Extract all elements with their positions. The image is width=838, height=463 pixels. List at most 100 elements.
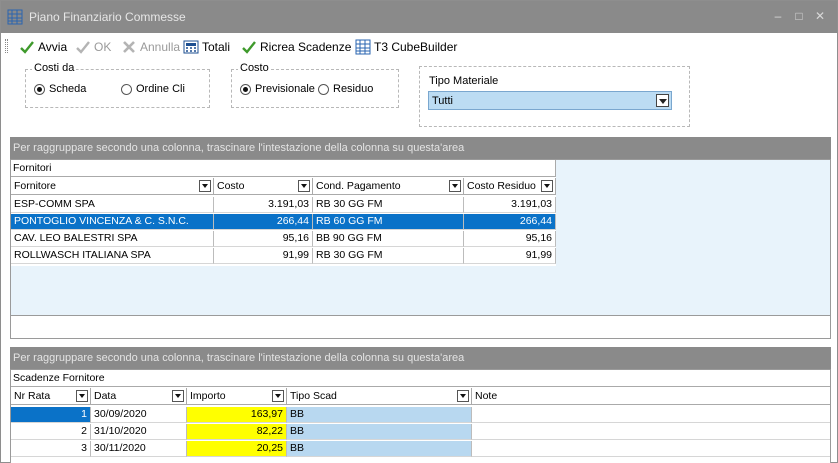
col-header-label: Data — [94, 390, 117, 402]
close-icon[interactable]: ✕ — [813, 9, 827, 23]
tipo-materiale-value: Tutti — [432, 95, 453, 107]
col-header-note[interactable]: Note — [472, 388, 830, 405]
cell-fornitore[interactable]: CAV. LEO BALESTRI SPA — [11, 231, 214, 247]
grid-footer — [11, 316, 830, 338]
radio-residuo-label: Residuo — [333, 83, 374, 95]
cell-costo[interactable]: 91,99 — [214, 248, 313, 264]
avvia-button[interactable]: Avvia — [19, 38, 67, 55]
radio-selected-icon — [240, 83, 251, 95]
cell-importo[interactable]: 163,97 — [187, 407, 287, 423]
tipo-materiale-select[interactable]: Tutti — [428, 91, 672, 110]
main-window: Piano Finanziario Commesse – □ ✕ Avvia O… — [0, 0, 838, 463]
group-panel-scadenze[interactable]: Per raggruppare secondo una colonna, tra… — [10, 347, 831, 369]
fornitori-table: Fornitori Fornitore Costo Cond. Pagament… — [11, 160, 556, 266]
cubebuilder-label: T3 CubeBuilder — [374, 39, 458, 54]
title-bar: Piano Finanziario Commesse – □ ✕ — [1, 1, 837, 33]
cell-costo[interactable]: 3.191,03 — [214, 197, 313, 213]
checkmark-icon — [20, 40, 34, 54]
radio-ordine-cli-label: Ordine Cli — [136, 83, 185, 95]
col-header-nr-rata[interactable]: Nr Rata — [11, 388, 91, 405]
col-header-label: Importo — [190, 390, 226, 402]
chevron-down-icon[interactable] — [656, 94, 669, 107]
filter-dropdown-icon[interactable] — [199, 180, 211, 192]
filter-panel: Costi da Scheda Ordine Cli Costo Previsi… — [1, 59, 837, 131]
toolbar-grip[interactable] — [5, 39, 8, 53]
cell-data[interactable]: 30/11/2020 — [91, 441, 187, 457]
grid-icon — [355, 39, 371, 54]
cell-tipo-scad[interactable]: BB — [287, 424, 472, 440]
col-header-label: Note — [475, 390, 498, 402]
filter-dropdown-icon[interactable] — [272, 390, 284, 402]
col-header-label: Cond. Pagamento — [316, 180, 401, 192]
cell-costo-residuo[interactable]: 266,44 — [464, 214, 556, 230]
filter-dropdown-icon[interactable] — [449, 180, 461, 192]
cell-costo-residuo[interactable]: 91,99 — [464, 248, 556, 264]
radio-unselected-icon — [318, 83, 329, 95]
cell-note[interactable] — [472, 441, 830, 457]
col-header-fornitore[interactable]: Fornitore — [11, 178, 214, 195]
cell-fornitore[interactable]: PONTOGLIO VINCENZA & C. S.N.C. — [11, 214, 214, 230]
radio-scheda[interactable]: Scheda — [34, 83, 86, 95]
ok-button[interactable]: OK — [75, 38, 111, 55]
scadenze-band: Scadenze Fornitore — [11, 370, 830, 387]
scadenze-table: Scadenze Fornitore Nr Rata Data Importo … — [11, 370, 830, 463]
cell-note[interactable] — [472, 407, 830, 423]
cell-importo[interactable]: 82,22 — [187, 424, 287, 440]
cell-costo[interactable]: 95,16 — [214, 231, 313, 247]
cell-costo[interactable]: 266,44 — [214, 214, 313, 230]
group-panel-fornitori[interactable]: Per raggruppare secondo una colonna, tra… — [10, 137, 831, 159]
cell-tipo-scad[interactable]: BB — [287, 407, 472, 423]
costo-legend: Costo — [238, 62, 271, 74]
radio-selected-icon — [34, 83, 45, 95]
cell-costo-residuo[interactable]: 95,16 — [464, 231, 556, 247]
cell-cond-pagamento[interactable]: RB 30 GG FM — [313, 248, 464, 264]
totali-label: Totali — [202, 39, 231, 54]
cell-cond-pagamento[interactable]: RB 30 GG FM — [313, 197, 464, 213]
radio-residuo[interactable]: Residuo — [318, 83, 373, 95]
cell-nr-rata[interactable]: 2 — [11, 424, 91, 440]
col-header-tipo-scad[interactable]: Tipo Scad — [287, 388, 472, 405]
filter-dropdown-icon[interactable] — [172, 390, 184, 402]
filter-dropdown-icon[interactable] — [298, 180, 310, 192]
annulla-button[interactable]: Annulla — [121, 38, 180, 55]
cubebuilder-button[interactable]: T3 CubeBuilder — [355, 38, 457, 55]
col-header-label: Nr Rata — [14, 390, 51, 402]
filter-dropdown-icon[interactable] — [76, 390, 88, 402]
cell-nr-rata[interactable]: 1 — [11, 407, 91, 423]
cell-data[interactable]: 31/10/2020 — [91, 424, 187, 440]
filter-dropdown-icon[interactable] — [457, 390, 469, 402]
window-title: Piano Finanziario Commesse — [29, 10, 186, 24]
filter-dropdown-icon[interactable] — [541, 180, 553, 192]
ricrea-scadenze-button[interactable]: Ricrea Scadenze — [241, 38, 351, 55]
minimize-icon[interactable]: – — [771, 9, 785, 23]
app-grid-icon — [7, 9, 23, 25]
radio-previsionale-label: Previsionale — [255, 83, 315, 95]
radio-previsionale[interactable]: Previsionale — [240, 83, 315, 95]
maximize-icon[interactable]: □ — [792, 9, 806, 23]
col-header-cond-pagamento[interactable]: Cond. Pagamento — [313, 178, 464, 195]
cell-cond-pagamento[interactable]: BB 90 GG FM — [313, 231, 464, 247]
cell-fornitore[interactable]: ROLLWASCH ITALIANA SPA — [11, 248, 214, 264]
totali-button[interactable]: Totali — [183, 38, 230, 55]
costi-da-group: Costi da Scheda Ordine Cli — [25, 62, 210, 108]
tipo-materiale-label: Tipo Materiale — [429, 75, 499, 87]
cell-note[interactable] — [472, 424, 830, 440]
ricrea-scadenze-label: Ricrea Scadenze — [260, 39, 352, 54]
cell-data[interactable]: 30/09/2020 — [91, 407, 187, 423]
col-header-costo-residuo[interactable]: Costo Residuo — [464, 178, 556, 195]
cell-tipo-scad[interactable]: BB — [287, 441, 472, 457]
radio-ordine-cli[interactable]: Ordine Cli — [121, 83, 185, 95]
col-header-data[interactable]: Data — [91, 388, 187, 405]
col-header-costo[interactable]: Costo — [214, 178, 313, 195]
cell-nr-rata[interactable]: 3 — [11, 441, 91, 457]
radio-unselected-icon — [121, 83, 132, 95]
checkmark-icon — [242, 40, 256, 54]
col-header-label: Fornitore — [14, 180, 57, 192]
cell-fornitore[interactable]: ESP-COMM SPA — [11, 197, 214, 213]
cell-importo[interactable]: 20,25 — [187, 441, 287, 457]
cell-cond-pagamento[interactable]: RB 60 GG FM — [313, 214, 464, 230]
x-icon — [123, 40, 135, 53]
cell-costo-residuo[interactable]: 3.191,03 — [464, 197, 556, 213]
col-header-importo[interactable]: Importo — [187, 388, 287, 405]
avvia-label: Avvia — [38, 39, 68, 54]
